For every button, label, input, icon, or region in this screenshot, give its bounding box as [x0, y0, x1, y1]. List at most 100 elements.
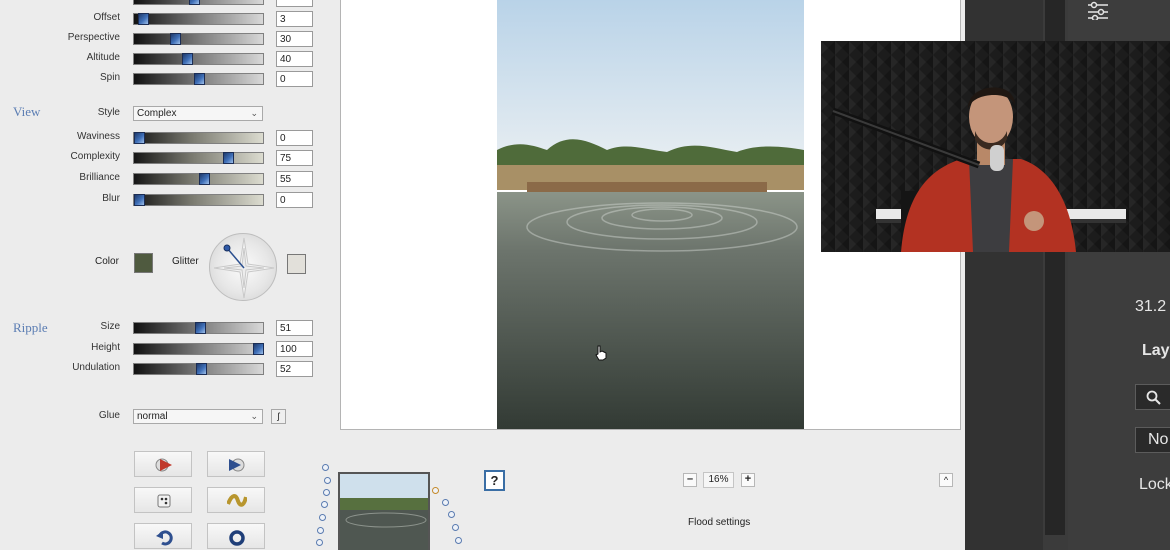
complexity-slider[interactable] [133, 152, 264, 164]
zoom-step-dot[interactable] [432, 487, 439, 494]
glue-select[interactable]: normal ⌄ [133, 409, 263, 424]
complexity-value-field[interactable]: 75 [276, 150, 313, 166]
status-text: Flood settings [688, 517, 751, 528]
chevron-down-icon: ⌄ [250, 411, 258, 421]
slider-row-blur: Blur 0 [0, 192, 340, 208]
spin-slider[interactable] [133, 73, 264, 85]
waviness-value-field[interactable]: 0 [276, 130, 313, 146]
perspective-slider[interactable] [133, 33, 264, 45]
collapse-button[interactable]: ^ [939, 473, 953, 487]
zoom-step-dot[interactable] [321, 501, 328, 508]
zoom-step-dot[interactable] [448, 511, 455, 518]
slider-thumb[interactable] [189, 0, 200, 5]
layers-tab[interactable]: Lay [1142, 342, 1170, 360]
offset-value-field[interactable]: 3 [276, 11, 313, 27]
link-button[interactable]: ʃ [271, 409, 286, 424]
slider-thumb[interactable] [138, 13, 149, 25]
cut-slider[interactable] [133, 0, 264, 5]
cut-value-field[interactable] [276, 0, 313, 7]
brilliance-value-field[interactable]: 55 [276, 171, 313, 187]
slider-thumb[interactable] [196, 363, 207, 375]
slider-thumb[interactable] [195, 322, 206, 334]
slider-label: Size [100, 321, 120, 332]
random-button[interactable] [134, 487, 192, 513]
blur-value-field[interactable]: 0 [276, 192, 313, 208]
link-icon: ʃ [277, 411, 280, 421]
style-select[interactable]: Complex ⌄ [133, 106, 263, 121]
zoom-step-dot[interactable] [324, 477, 331, 484]
zoom-value[interactable]: 16% [703, 472, 734, 488]
dice-icon [157, 494, 171, 508]
style-select-value: Complex [137, 108, 177, 119]
zoom-out-button[interactable]: – [683, 473, 697, 487]
undo-icon [156, 530, 173, 546]
slider-row-undulation: Undulation 52 [0, 361, 340, 377]
ring-icon [229, 530, 245, 546]
undulation-value-field[interactable]: 52 [276, 361, 313, 377]
height-slider[interactable] [133, 343, 264, 355]
adjustments-icon[interactable] [1086, 0, 1110, 20]
play-render-icon [229, 458, 245, 472]
layer-search-box[interactable] [1135, 384, 1170, 410]
hand-cursor-icon [595, 345, 607, 361]
slider-thumb[interactable] [182, 53, 193, 65]
reset-button[interactable] [207, 523, 265, 549]
zoom-step-dot[interactable] [322, 464, 329, 471]
brilliance-slider[interactable] [133, 173, 264, 185]
slider-row-brilliance: Brilliance 55 [0, 171, 340, 187]
blend-mode-select[interactable]: No [1135, 427, 1170, 453]
light-direction-dial[interactable] [209, 233, 277, 301]
size-slider[interactable] [133, 322, 264, 334]
preview-image[interactable] [497, 0, 804, 430]
zoom-step-dot[interactable] [316, 539, 323, 546]
settings-panel: Offset 3 Perspective 30 Altitude 40 Spin 0 View… [0, 0, 340, 550]
color-label: Color [95, 256, 119, 267]
slider-thumb[interactable] [134, 194, 145, 206]
wave-button[interactable] [207, 487, 265, 513]
altitude-value-field[interactable]: 40 [276, 51, 313, 67]
undulation-slider[interactable] [133, 363, 264, 375]
zoom-step-dot[interactable] [317, 527, 324, 534]
zoom-step-dot[interactable] [452, 524, 459, 531]
slider-label: Spin [99, 72, 120, 83]
offset-slider[interactable] [133, 13, 264, 25]
slider-row-cut [0, 0, 340, 7]
zoom-step-dot[interactable] [319, 514, 326, 521]
render-button[interactable] [207, 451, 265, 477]
preview-button[interactable] [134, 451, 192, 477]
navigator-thumbnail[interactable] [338, 472, 430, 550]
height-value-field[interactable]: 100 [276, 341, 313, 357]
slider-label: Undulation [72, 362, 120, 373]
slider-thumb[interactable] [170, 33, 181, 45]
slider-label: Brilliance [79, 172, 120, 183]
slider-label: Complexity [70, 151, 120, 162]
slider-label: Height [91, 342, 120, 353]
slider-row-spin: Spin 0 [0, 71, 340, 87]
zoom-step-dot[interactable] [455, 537, 462, 544]
perspective-value-field[interactable]: 30 [276, 31, 313, 47]
slider-thumb[interactable] [223, 152, 234, 164]
glitter-swatch[interactable] [287, 254, 306, 274]
chevron-down-icon: ⌄ [250, 108, 258, 118]
host-value-text: 31.2 [1135, 298, 1167, 315]
blur-slider[interactable] [133, 194, 264, 206]
altitude-slider[interactable] [133, 53, 264, 65]
zoom-step-dot[interactable] [323, 489, 330, 496]
slider-row-waviness: Waviness 0 [0, 130, 340, 146]
thumbnail-image [340, 474, 428, 550]
slider-thumb[interactable] [199, 173, 210, 185]
spin-value-field[interactable]: 0 [276, 71, 313, 87]
help-button[interactable]: ? [484, 470, 505, 491]
size-value-field[interactable]: 51 [276, 320, 313, 336]
slider-row-offset: Offset 3 [0, 11, 340, 27]
slider-thumb[interactable] [194, 73, 205, 85]
undo-button[interactable] [134, 523, 192, 549]
waviness-slider[interactable] [133, 132, 264, 144]
color-swatch[interactable] [134, 253, 153, 273]
slider-thumb[interactable] [253, 343, 264, 355]
zoom-step-dot[interactable] [442, 499, 449, 506]
search-icon [1146, 390, 1161, 405]
zoom-in-button[interactable]: + [741, 473, 755, 487]
slider-row-altitude: Altitude 40 [0, 51, 340, 67]
slider-thumb[interactable] [134, 132, 145, 144]
